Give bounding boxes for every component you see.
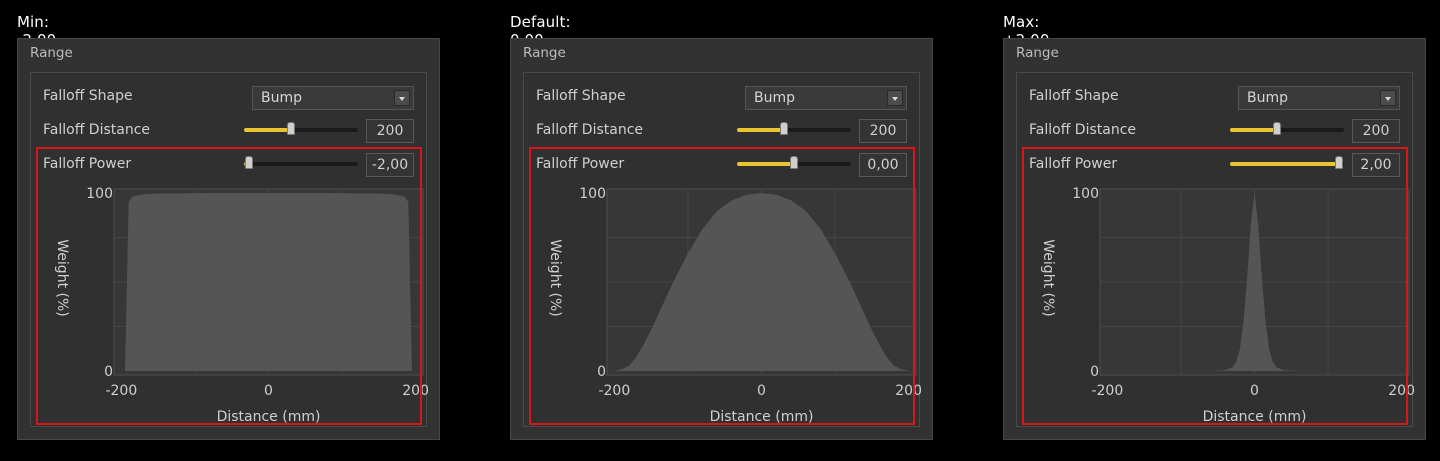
falloff-power-highlight — [1022, 147, 1408, 425]
range-settings: Falloff Shape Bump Falloff Distance 200 … — [30, 72, 428, 427]
falloff-power-highlight — [529, 147, 915, 425]
section-title: Range — [1016, 45, 1059, 61]
range-panel: Range Falloff Shape Bump Falloff Distanc… — [510, 38, 933, 440]
range-panel: Range Falloff Shape Bump Falloff Distanc… — [17, 38, 440, 440]
range-settings: Falloff Shape Bump Falloff Distance 200 … — [1016, 72, 1414, 427]
range-settings: Falloff Shape Bump Falloff Distance 200 … — [523, 72, 921, 427]
section-title: Range — [30, 45, 73, 61]
falloff-power-highlight — [36, 147, 422, 425]
section-title: Range — [523, 45, 566, 61]
range-panel: Range Falloff Shape Bump Falloff Distanc… — [1003, 38, 1426, 440]
